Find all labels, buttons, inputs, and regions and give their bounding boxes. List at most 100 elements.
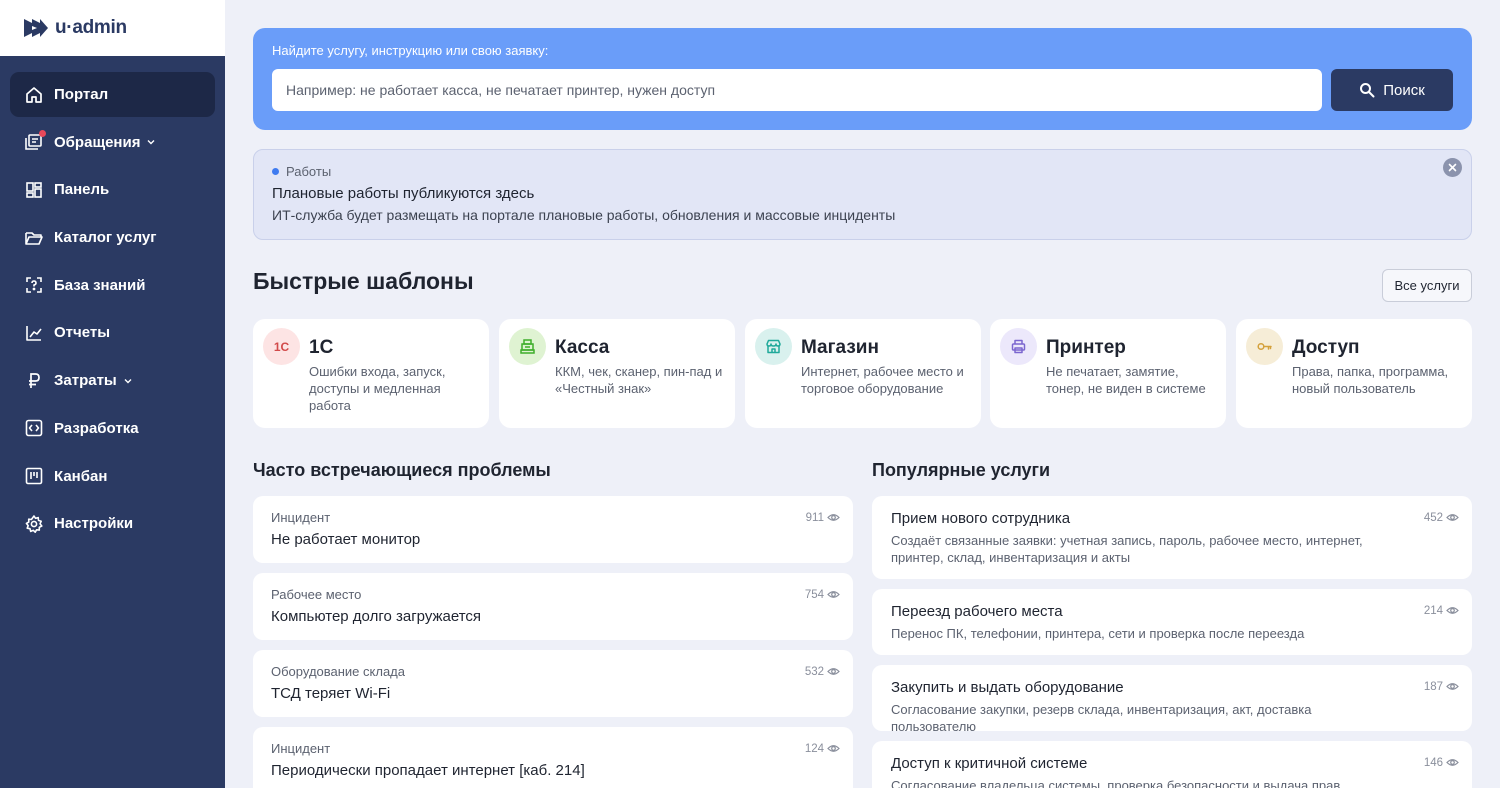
problem-category: Оборудование склада [271, 664, 405, 679]
problem-card[interactable]: Оборудование склада ТСД теряет Wi-Fi 532 [253, 650, 853, 717]
service-card[interactable]: Закупить и выдать оборудование Согласова… [872, 665, 1472, 734]
problem-title: Не работает монитор [271, 531, 421, 548]
eye-icon [1446, 514, 1459, 521]
eye-icon [827, 668, 840, 675]
template-card-printer[interactable]: Принтер Не печатает, замятие, тонер, не … [990, 319, 1226, 428]
search-button-label: Поиск [1383, 81, 1425, 99]
notice-close-button[interactable] [1443, 158, 1462, 177]
view-count-value: 124 [804, 742, 824, 755]
view-count-value: 754 [804, 588, 824, 601]
sidebar-item-label: Настройки [54, 515, 134, 533]
view-count: 452 [1424, 511, 1459, 524]
quick-templates-title: Быстрые шаблоны [253, 268, 474, 294]
search-panel: Найдите услугу, инструкцию или свою заяв… [253, 28, 1472, 130]
view-count-value: 146 [1423, 756, 1443, 769]
notice-text: ИТ-служба будет размещать на портале пла… [272, 207, 896, 223]
notice-title: Плановые работы публикуются здесь [272, 185, 535, 202]
service-description: Создаёт связанные заявки: учетная запись… [891, 533, 1363, 565]
sidebar-item-label: Обращения [54, 133, 141, 151]
sidebar-item-label: Канбан [54, 467, 108, 485]
service-card[interactable]: Прием нового сотрудника Создаёт связанны… [872, 496, 1472, 579]
sidebar-item-label: База знаний [54, 276, 146, 294]
service-description: Согласование владельца системы, проверка… [891, 778, 1341, 788]
notice-tag-label: Работы [286, 164, 332, 179]
sidebar-item-label: Разработка [54, 419, 139, 437]
main-content: Найдите услугу, инструкцию или свою заяв… [225, 0, 1500, 788]
chevron-down-icon [124, 378, 132, 384]
sidebar-item-service-catalog[interactable]: Каталог услуг [10, 215, 215, 260]
sidebar-item-knowledge-base[interactable]: База знаний [10, 263, 215, 308]
eye-icon [1446, 759, 1459, 766]
problem-category: Рабочее место [271, 587, 362, 602]
sidebar-item-dashboard[interactable]: Панель [10, 167, 215, 212]
service-title: Переезд рабочего места [891, 603, 1063, 620]
problem-title: Периодически пропадает интернет [каб. 21… [271, 762, 585, 779]
view-count-value: 452 [1423, 511, 1443, 524]
eye-icon [827, 514, 840, 521]
service-card[interactable]: Доступ к критичной системе Согласование … [872, 741, 1472, 788]
cash-register-icon [509, 328, 546, 365]
all-services-button[interactable]: Все услуги [1382, 269, 1472, 302]
template-description: Интернет, рабочее место и торговое обору… [801, 364, 964, 396]
dashboard-icon [24, 180, 44, 200]
search-button[interactable]: Поиск [1331, 69, 1453, 111]
1c-icon: 1С [263, 328, 300, 365]
template-name: Касса [555, 337, 610, 358]
chart-icon [24, 323, 44, 343]
view-count-value: 532 [804, 665, 824, 678]
folder-icon [24, 228, 44, 248]
problem-card[interactable]: Рабочее место Компьютер долго загружаетс… [253, 573, 853, 640]
sidebar-item-label: Затраты [54, 372, 117, 390]
sidebar-nav: Портал Обращения Панель Каталог услуг Ба… [0, 56, 225, 546]
view-count: 146 [1424, 756, 1459, 769]
template-description: ККМ, чек, сканер, пин-пад и «Честный зна… [555, 364, 723, 396]
home-icon [24, 85, 44, 105]
search-icon [1360, 83, 1375, 98]
template-card-1c[interactable]: 1С 1С Ошибки входа, запуск, доступы и ме… [253, 319, 489, 428]
problem-card[interactable]: Инцидент Периодически пропадает интернет… [253, 727, 853, 788]
logo[interactable]: u·admin [0, 0, 225, 56]
problem-category: Инцидент [271, 510, 331, 525]
service-description: Согласование закупки, резерв склада, инв… [891, 702, 1312, 734]
view-count: 214 [1424, 604, 1459, 617]
service-title: Прием нового сотрудника [891, 510, 1071, 527]
template-card-store[interactable]: Магазин Интернет, рабочее место и торгов… [745, 319, 981, 428]
view-count-value: 214 [1423, 604, 1443, 617]
sidebar-item-settings[interactable]: Настройки [10, 501, 215, 546]
service-title: Закупить и выдать оборудование [891, 679, 1124, 696]
search-label: Найдите услугу, инструкцию или свою заяв… [272, 43, 549, 58]
sidebar-item-development[interactable]: Разработка [10, 406, 215, 451]
view-count-value: 911 [805, 511, 824, 524]
ruble-icon [24, 371, 44, 391]
frequent-problems-title: Часто встречающиеся проблемы [253, 460, 551, 480]
store-icon [755, 328, 792, 365]
sidebar-item-portal[interactable]: Портал [10, 72, 215, 117]
search-input[interactable] [272, 69, 1322, 111]
template-description: Не печатает, замятие, тонер, не виден в … [1046, 364, 1206, 396]
sidebar-item-costs[interactable]: Затраты [10, 358, 215, 403]
logo-text: u·admin [55, 17, 127, 38]
kanban-icon [24, 466, 44, 486]
view-count: 754 [805, 588, 840, 601]
view-count: 124 [805, 742, 840, 755]
template-card-cash-register[interactable]: Касса ККМ, чек, сканер, пин-пад и «Честн… [499, 319, 735, 428]
view-count: 911 [806, 511, 840, 524]
view-count: 532 [805, 665, 840, 678]
sidebar-item-kanban[interactable]: Канбан [10, 454, 215, 499]
status-dot [272, 168, 279, 175]
eye-icon [1446, 607, 1459, 614]
notice-tag: Работы [272, 164, 331, 179]
notification-dot [39, 130, 46, 138]
eye-icon [827, 591, 840, 598]
chevron-down-icon [147, 140, 155, 145]
service-card[interactable]: Переезд рабочего места Перенос ПК, телеф… [872, 589, 1472, 655]
problem-card[interactable]: Инцидент Не работает монитор 911 [253, 496, 853, 563]
sidebar: u·admin Портал Обращения Панель Каталог … [0, 0, 225, 788]
sidebar-item-reports[interactable]: Отчеты [10, 310, 215, 355]
close-icon [1448, 163, 1457, 172]
maintenance-notice: Работы Плановые работы публикуются здесь… [253, 149, 1472, 240]
eye-icon [1446, 683, 1459, 690]
template-card-access[interactable]: Доступ Права, папка, программа, новый по… [1236, 319, 1472, 428]
logo-icon [24, 19, 48, 37]
sidebar-item-tickets[interactable]: Обращения [10, 120, 215, 165]
